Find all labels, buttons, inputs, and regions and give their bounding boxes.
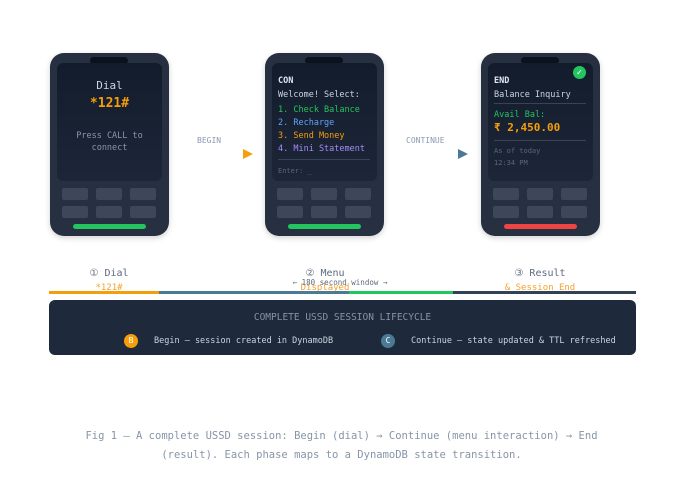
menu-option-2: 2. Recharge — [278, 118, 335, 128]
caption-line-1: Fig 1 — A complete USSD session: Begin (… — [85, 430, 598, 442]
key — [345, 206, 371, 218]
phone-screen: END Balance Inquiry Avail Bal: ₹ 2,450.0… — [488, 63, 593, 181]
key — [493, 188, 519, 200]
result-note-line2: 12:34 PM — [494, 159, 528, 167]
legend-begin-text: Begin — session created in DynamoDB — [154, 336, 334, 346]
key — [62, 206, 88, 218]
key — [130, 206, 156, 218]
key — [62, 188, 88, 200]
timeline-continue-segment — [159, 291, 349, 294]
menu-divider — [278, 159, 370, 160]
dial-code: *121# — [89, 96, 130, 111]
key — [527, 206, 553, 218]
phase-3-title: ③ Result — [514, 268, 566, 279]
menu-option-3: 3. Send Money — [278, 131, 345, 141]
caption-line-2: (result). Each phase maps to a DynamoDB … — [161, 449, 522, 461]
legend-title: COMPLETE USSD SESSION LIFECYCLE — [253, 312, 432, 323]
key — [561, 206, 587, 218]
keypad — [277, 188, 373, 218]
key — [96, 188, 122, 200]
check-icon: ✓ — [573, 66, 586, 79]
key — [493, 206, 519, 218]
result-note-line1: As of today — [494, 147, 541, 155]
key — [345, 188, 371, 200]
legend-continue-text: Continue — state updated & TTL refreshed — [411, 336, 616, 346]
key — [311, 206, 337, 218]
key — [311, 188, 337, 200]
continue-label: CONTINUE — [406, 136, 445, 145]
dial-title: Dial — [96, 79, 123, 92]
result-header: END — [494, 76, 510, 86]
phone-result: END Balance Inquiry Avail Bal: ₹ 2,450.0… — [481, 53, 600, 236]
key — [561, 188, 587, 200]
begin-label: BEGIN — [197, 136, 222, 145]
result-subtitle: Balance Inquiry — [494, 90, 571, 100]
begin-badge: B — [124, 334, 138, 348]
continue-arrow-icon — [458, 149, 468, 159]
menu-input: Enter: _ — [278, 167, 312, 175]
balance-label: Avail Bal: — [494, 110, 546, 120]
menu-header: CON — [278, 76, 294, 86]
figure-caption: Fig 1 — A complete USSD session: Begin (… — [30, 427, 653, 465]
key — [277, 188, 303, 200]
end-bar — [504, 224, 577, 229]
key — [130, 188, 156, 200]
timeline-end-segment — [453, 291, 636, 294]
dial-hint-line1: Press CALL to — [76, 131, 143, 141]
menu-prompt: Welcome! Select: — [278, 90, 360, 100]
phone-screen: CON Welcome! Select: 1. Check Balance 2.… — [272, 63, 377, 181]
continue-badge: C — [381, 334, 395, 348]
key — [527, 188, 553, 200]
timeline-label: ← 180 second window → — [292, 278, 388, 287]
key — [96, 206, 122, 218]
phone-menu: CON Welcome! Select: 1. Check Balance 2.… — [265, 53, 384, 236]
phone-screen: Dial *121# Press CALL to connect — [57, 63, 162, 181]
call-bar — [73, 224, 146, 229]
result-divider — [494, 103, 586, 104]
phase-1-title: ① Dial — [89, 268, 129, 279]
keypad — [62, 188, 158, 218]
timeline-menu-segment — [349, 291, 453, 294]
menu-option-4: 4. Mini Statement — [278, 144, 365, 154]
result-divider — [494, 140, 586, 141]
dial-hint-line2: connect — [91, 143, 128, 153]
menu-option-1: 1. Check Balance — [278, 105, 360, 115]
key — [277, 206, 303, 218]
phone-dial: Dial *121# Press CALL to connect — [50, 53, 169, 236]
begin-arrow-icon — [243, 149, 253, 159]
timeline-begin-segment — [49, 291, 159, 294]
legend-panel: COMPLETE USSD SESSION LIFECYCLE B Begin … — [49, 300, 636, 355]
keypad — [493, 188, 589, 218]
call-bar — [288, 224, 361, 229]
balance-amount: ₹ 2,450.00 — [494, 121, 561, 134]
